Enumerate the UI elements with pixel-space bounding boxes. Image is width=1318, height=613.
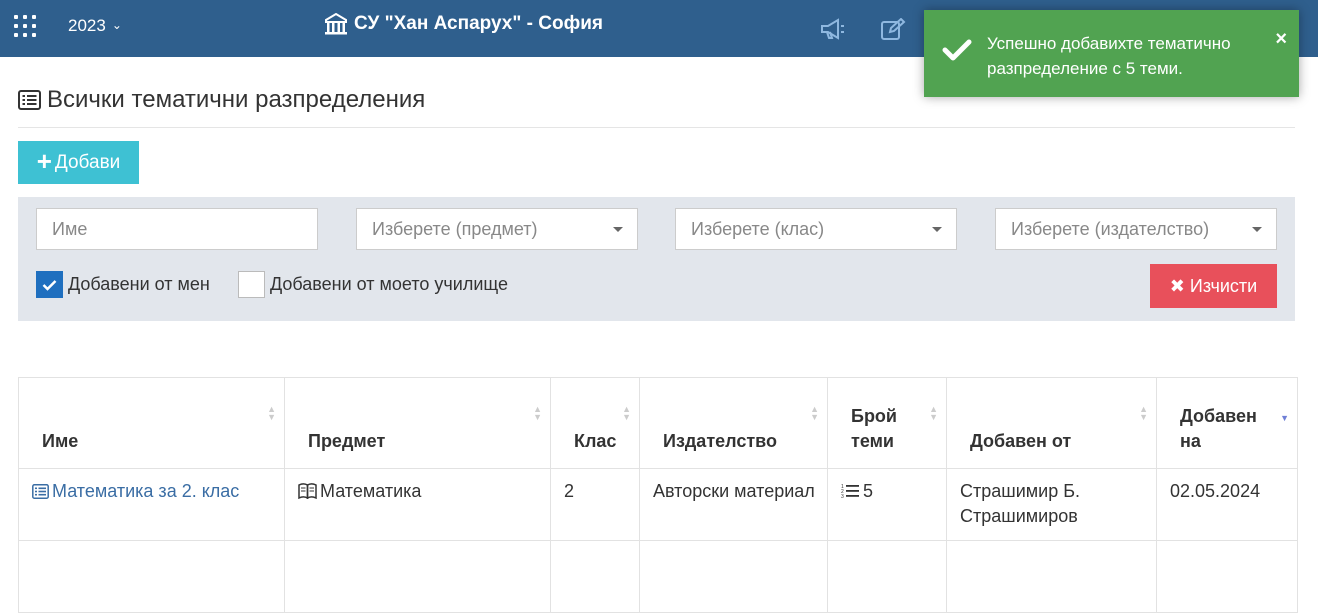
sort-icon: ▲ ▼ [929, 404, 938, 422]
chevron-down-icon: ⌄ [111, 18, 122, 32]
sort-desc-icon: ▼ [1280, 413, 1289, 423]
cell-name [18, 540, 285, 613]
added-by-me-checkbox[interactable]: Добавени от мен [36, 271, 210, 298]
topics-count: 5 [863, 481, 874, 501]
edit-icon[interactable] [881, 18, 906, 40]
school-name: СУ "Хан Аспарух" - София [354, 13, 603, 34]
name-filter-input[interactable]: Име [36, 208, 318, 250]
caret-down-icon [1252, 227, 1262, 232]
name-filter-placeholder: Име [52, 218, 88, 239]
check-icon [42, 279, 57, 291]
ordered-list-icon: 1 2 3 [841, 484, 859, 499]
publisher-select-placeholder: Изберете (издателство) [1011, 218, 1210, 239]
added-by-school-checkbox[interactable]: Добавени от моето училище [238, 271, 508, 298]
checkbox-checked[interactable] [36, 271, 63, 298]
school-title: СУ "Хан Аспарух" - София [324, 13, 603, 35]
book-icon [298, 483, 317, 499]
toast-close-button[interactable]: × [1275, 28, 1287, 51]
cell-publisher [639, 540, 828, 613]
checkmark-icon [942, 39, 972, 61]
column-header-label: теми [851, 431, 894, 451]
school-building-icon [325, 13, 347, 35]
cell-added-by: Страшимир Б. Страшимиров [946, 468, 1157, 541]
cell-topics: 1 2 3 5 [827, 468, 947, 541]
clear-filters-label: Изчисти [1189, 275, 1258, 296]
cell-added-on: 02.05.2024 [1156, 468, 1298, 541]
column-header-class[interactable]: Клас ▲ ▼ [550, 377, 640, 469]
close-icon: ✖ [1169, 275, 1185, 296]
publisher-select[interactable]: Изберете (издателство) [995, 208, 1277, 250]
added-by-me-label: Добавени от мен [68, 274, 210, 294]
column-header-added-by[interactable]: Добавен от ▲ ▼ [946, 377, 1157, 469]
column-header-label: Добавен от [970, 431, 1072, 451]
column-header-subject[interactable]: Предмет ▲ ▼ [284, 377, 551, 469]
sort-icon: ▲ ▼ [267, 404, 276, 422]
add-button[interactable]: + Добави [18, 141, 139, 184]
apps-grid-icon[interactable] [14, 15, 36, 37]
cell-class [550, 540, 640, 613]
class-select[interactable]: Изберете (клас) [675, 208, 957, 250]
checkbox-unchecked[interactable] [238, 271, 265, 298]
caret-down-icon [932, 227, 942, 232]
class-select-placeholder: Изберете (клас) [691, 218, 825, 239]
cell-class: 2 [550, 468, 640, 541]
add-button-label: Добави [54, 151, 121, 173]
svg-text:3: 3 [841, 494, 844, 499]
list-icon [32, 484, 49, 499]
clear-filters-button[interactable]: ✖ Изчисти [1150, 264, 1277, 308]
megaphone-icon[interactable] [820, 18, 846, 40]
column-header-label: Предмет [308, 431, 386, 451]
table-row: Математика за 2. клас Математика 2 Автор… [18, 468, 1298, 541]
table-header-row: Име ▲ ▼ Предмет ▲ ▼ Клас ▲ ▼ Издателство ▲ ▼ Бро… [18, 377, 1298, 469]
plus-icon: + [36, 146, 52, 176]
plan-link-text: Математика за 2. клас [52, 481, 240, 501]
column-header-label: Клас [574, 431, 617, 451]
cell-name: Математика за 2. клас [18, 468, 285, 541]
toast-message: Успешно добавихте тематично разпределени… [987, 34, 1231, 78]
subject-select-placeholder: Изберете (предмет) [372, 218, 538, 239]
plan-link[interactable]: Математика за 2. клас [32, 481, 239, 501]
divider [18, 127, 1295, 128]
cell-topics [827, 540, 947, 613]
column-header-label: Издателство [663, 431, 777, 451]
cell-added-by [946, 540, 1157, 613]
column-header-name[interactable]: Име ▲ ▼ [18, 377, 285, 469]
success-toast: Успешно добавихте тематично разпределени… [924, 10, 1299, 97]
list-icon [18, 90, 41, 110]
sort-icon: ▲ ▼ [533, 404, 542, 422]
year-selector[interactable]: 2023 ⌄ [68, 16, 122, 36]
column-header-added-on[interactable]: Добавен на ▼ [1156, 377, 1298, 469]
subject-text: Математика [320, 481, 422, 501]
cell-publisher: Авторски материал [639, 468, 828, 541]
subject-select[interactable]: Изберете (предмет) [356, 208, 638, 250]
page-title-text: Всички тематични разпределения [47, 86, 426, 113]
column-header-label: Добавен [1180, 406, 1257, 426]
caret-down-icon [613, 227, 623, 232]
column-header-topics[interactable]: Брой теми ▲ ▼ [827, 377, 947, 469]
sort-icon: ▲ ▼ [622, 404, 631, 422]
year-label: 2023 [68, 16, 106, 35]
cell-subject: Математика [284, 468, 551, 541]
sort-icon: ▲ ▼ [810, 404, 819, 422]
cell-subject [284, 540, 551, 613]
page-title: Всички тематични разпределения [18, 86, 425, 114]
cell-added-on [1156, 540, 1298, 613]
added-by-school-label: Добавени от моето училище [270, 274, 508, 294]
column-header-label: Брой [851, 406, 897, 426]
sort-icon: ▲ ▼ [1139, 404, 1148, 422]
table-row [18, 540, 1298, 613]
filter-panel: Име Изберете (предмет) Изберете (клас) И… [18, 197, 1295, 321]
column-header-label: Име [42, 431, 79, 451]
column-header-publisher[interactable]: Издателство ▲ ▼ [639, 377, 828, 469]
column-header-label: на [1180, 431, 1201, 451]
thematic-plans-table: Име ▲ ▼ Предмет ▲ ▼ Клас ▲ ▼ Издателство ▲ ▼ Бро… [18, 377, 1298, 613]
